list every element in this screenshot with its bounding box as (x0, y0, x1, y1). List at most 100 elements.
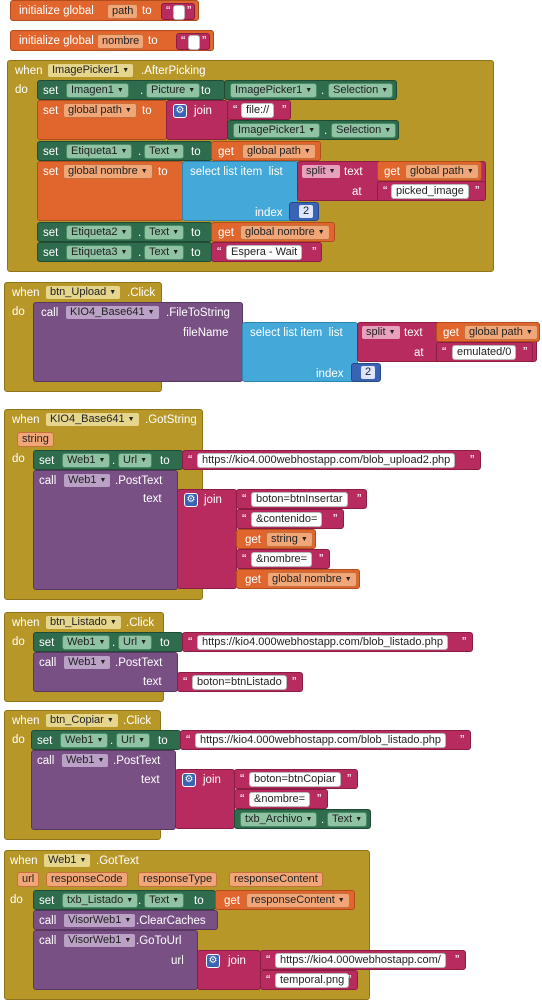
imagepicker-selection-getter[interactable]: ImagePicker1 ▼ . Selection ▼ (224, 80, 397, 100)
set-etiqueta3-text[interactable]: set Etiqueta3 ▼ . Text ▼ to (37, 242, 212, 262)
txb-archivo-text-getter[interactable]: txb_Archivo ▼ . Text ▼ (234, 809, 371, 829)
gear-icon[interactable]: ⚙ (182, 773, 196, 787)
global-name-field[interactable]: path (107, 4, 139, 19)
call-web1-posttext[interactable]: call Web1 ▼ .PostText text (33, 470, 178, 590)
property-dropdown[interactable]: Text ▼ (144, 245, 185, 260)
join-block[interactable]: ⚙ join (177, 489, 237, 589)
text-field[interactable]: picked_image (391, 184, 469, 199)
get-global-path[interactable]: get global path ▼ (436, 322, 540, 342)
empty-text-block[interactable]: “ ” (161, 3, 195, 20)
property-dropdown[interactable]: Url ▼ (116, 733, 150, 748)
global-dropdown[interactable]: global nombre ▼ (240, 225, 330, 240)
text-field[interactable]: https://kio4.000webhostapp.com/ (275, 953, 446, 968)
get-global-nombre[interactable]: get global nombre ▼ (236, 569, 360, 589)
text-url[interactable]: “ https://kio4.000webhostapp.com/blob_up… (182, 450, 481, 470)
get-global-path[interactable]: get global path ▼ (377, 161, 482, 181)
empty-text-field[interactable] (188, 35, 200, 50)
property-dropdown[interactable]: Selection ▼ (331, 123, 397, 138)
select-list-item-block[interactable]: select list item list index (242, 322, 358, 382)
component-dropdown[interactable]: txb_Listado ▼ (62, 893, 139, 908)
text-field[interactable]: https://kio4.000webhostapp.com/blob_list… (197, 635, 448, 650)
param-responsecontent[interactable]: responseContent (229, 872, 323, 887)
set-etiqueta1-text[interactable]: set Etiqueta1 ▼ . Text ▼ to (37, 141, 212, 161)
text-field[interactable]: &nombre= (251, 552, 313, 567)
text-boton-listado[interactable]: “ boton=btnListado ” (177, 672, 303, 692)
number-block[interactable]: 2 (351, 363, 381, 382)
set-web1-url[interactable]: set Web1 ▼ . Url ▼ to (33, 450, 183, 470)
component-dropdown[interactable]: KIO4_Base641 ▼ (65, 305, 160, 320)
text-espera-wait[interactable]: “ Espera - Wait ” (211, 242, 322, 262)
component-dropdown[interactable]: Web1 ▼ (62, 453, 111, 468)
text-base-url[interactable]: “ https://kio4.000webhostapp.com/ ” (260, 950, 466, 970)
property-dropdown[interactable]: Url ▼ (118, 453, 152, 468)
global-dropdown[interactable]: global nombre ▼ (267, 572, 357, 587)
param-string[interactable]: string (17, 432, 54, 447)
component-dropdown[interactable]: btn_Upload ▼ (45, 285, 122, 300)
property-dropdown[interactable]: Text ▼ (327, 812, 368, 827)
set-imagen1-picture[interactable]: set Imagen1 ▼ . Picture ▼ to (37, 80, 225, 100)
component-dropdown[interactable]: ImagePicker1 ▼ (230, 83, 318, 98)
component-dropdown[interactable]: Web1 ▼ (63, 473, 112, 488)
text-field[interactable]: emulated/0 (452, 345, 517, 360)
component-dropdown[interactable]: Web1 ▼ (62, 635, 111, 650)
text-boton-copiar[interactable]: “ boton=btnCopiar ” (234, 769, 358, 789)
join-block[interactable]: ⚙ join (166, 100, 228, 140)
text-field[interactable]: https://kio4.000webhostapp.com/blob_uplo… (197, 453, 456, 468)
gear-icon[interactable]: ⚙ (206, 954, 220, 968)
text-field[interactable]: boton=btnListado (192, 675, 287, 690)
text-emulated[interactable]: “ emulated/0 ” (436, 342, 533, 362)
get-responsecontent[interactable]: get responseContent ▼ (215, 890, 355, 910)
global-dropdown[interactable]: global path ▼ (464, 325, 538, 340)
global-dropdown[interactable]: global path ▼ (242, 144, 316, 159)
get-string[interactable]: get string ▼ (236, 529, 316, 549)
text-temporal-png[interactable]: “ temporal.png ” (260, 970, 358, 990)
param-dropdown[interactable]: string ▼ (266, 532, 313, 547)
gear-icon[interactable]: ⚙ (173, 104, 187, 118)
call-kio4-filetostring[interactable]: call KIO4_Base641 ▼ .FileToString fileNam… (33, 302, 243, 382)
imagepicker-selection-getter[interactable]: ImagePicker1 ▼ . Selection ▼ (227, 120, 399, 140)
text-file-block[interactable]: “ file:// ” (227, 100, 291, 120)
text-boton-insertar[interactable]: “ boton=btnInsertar ” (236, 489, 367, 509)
component-dropdown[interactable]: Etiqueta1 ▼ (66, 144, 133, 159)
set-global-nombre[interactable]: set global nombre ▼ to (37, 161, 183, 221)
param-responsecode[interactable]: responseCode (46, 872, 128, 887)
param-responsetype[interactable]: responseType (138, 872, 218, 887)
split-dropdown[interactable]: split ▼ (361, 325, 401, 340)
text-field[interactable]: &nombre= (249, 792, 311, 807)
call-visorweb1-clearcaches[interactable]: call VisorWeb1 ▼ .ClearCaches (33, 910, 218, 930)
component-dropdown[interactable]: KIO4_Base641 ▼ (45, 412, 140, 427)
text-contenido[interactable]: “ &contenido= ” (236, 509, 344, 529)
text-field[interactable]: file:// (241, 103, 275, 118)
component-dropdown[interactable]: Web1 ▼ (61, 753, 110, 768)
component-dropdown[interactable]: Etiqueta3 ▼ (66, 245, 133, 260)
text-nombre[interactable]: “ &nombre= ” (236, 549, 330, 569)
init-global-nombre-block[interactable]: initialize global nombre to “ ” (10, 30, 214, 51)
global-dropdown[interactable]: global path ▼ (405, 164, 479, 179)
number-field[interactable]: 2 (298, 204, 315, 219)
param-url[interactable]: url (17, 872, 40, 887)
gear-icon[interactable]: ⚙ (184, 493, 198, 507)
call-web1-posttext[interactable]: call Web1 ▼ .PostText text (31, 750, 176, 830)
component-dropdown[interactable]: Imagen1 ▼ (66, 83, 129, 98)
get-global-nombre[interactable]: get global nombre ▼ (211, 222, 335, 242)
text-field[interactable]: boton=btnCopiar (249, 772, 341, 787)
component-dropdown[interactable]: ImagePicker1 ▼ (47, 63, 135, 78)
component-dropdown[interactable]: VisorWeb1 ▼ (63, 913, 137, 928)
global-dropdown[interactable]: global nombre ▼ (63, 164, 153, 179)
number-field[interactable]: 2 (360, 365, 377, 380)
global-dropdown[interactable]: global path ▼ (63, 103, 137, 118)
component-dropdown[interactable]: txb_Archivo ▼ (240, 812, 318, 827)
text-url[interactable]: “ https://kio4.000webhostapp.com/blob_li… (182, 632, 473, 652)
text-nombre[interactable]: “ &nombre= ” (234, 789, 328, 809)
join-block[interactable]: ⚙ join (197, 950, 261, 990)
empty-text-block[interactable]: “ ” (176, 33, 210, 50)
text-field[interactable]: temporal.png (275, 973, 350, 988)
property-dropdown[interactable]: Text ▼ (144, 893, 185, 908)
property-dropdown[interactable]: Url ▼ (118, 635, 152, 650)
set-global-path[interactable]: set global path ▼ to (37, 100, 167, 140)
join-block[interactable]: ⚙ join (175, 769, 235, 829)
param-dropdown[interactable]: responseContent ▼ (246, 893, 350, 908)
component-dropdown[interactable]: VisorWeb1 ▼ (63, 933, 137, 948)
component-dropdown[interactable]: ImagePicker1 ▼ (233, 123, 321, 138)
component-dropdown[interactable]: btn_Copiar ▼ (45, 713, 119, 728)
